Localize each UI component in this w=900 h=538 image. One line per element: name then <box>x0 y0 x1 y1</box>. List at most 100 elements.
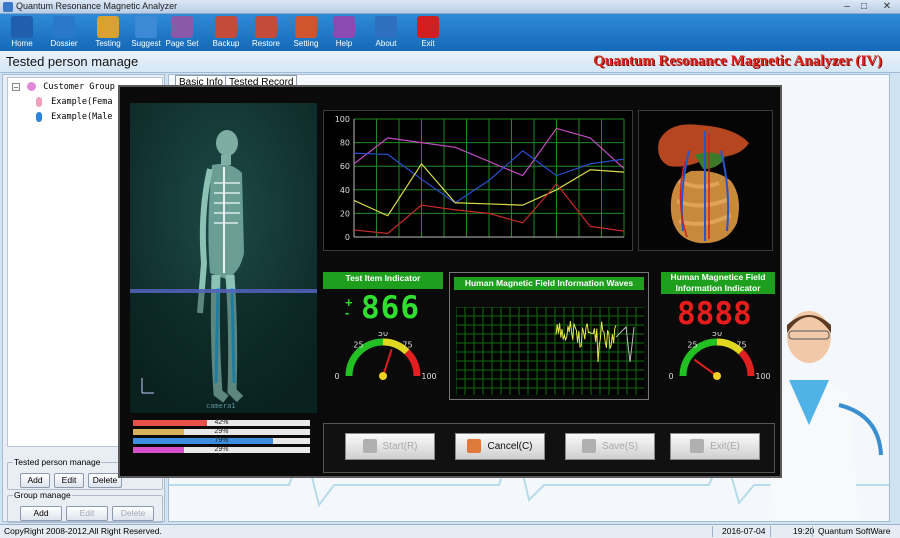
exit-button[interactable]: Exit(E) <box>670 433 760 460</box>
progress-label: 79% <box>214 437 229 444</box>
field-indicator-gauge: 0 25 50 75 100 <box>668 332 770 381</box>
gauge-tick-label: 50 <box>712 332 722 338</box>
people-icon <box>135 16 157 38</box>
exit-icon <box>690 439 704 454</box>
skeleton-model-image: camera1 <box>130 103 317 413</box>
about-icon <box>375 16 397 38</box>
exit-button-label: Exit(E) <box>710 441 740 452</box>
progress-bar: 79% <box>133 437 310 444</box>
toolbar-about-button[interactable]: About <box>364 15 408 50</box>
progress-bar: 42% <box>133 419 310 426</box>
title-bar: Quantum Resonance Magnetic Analyzer – □ … <box>0 0 900 14</box>
restore-icon <box>255 16 277 38</box>
y-tick-label: 80 <box>340 139 350 148</box>
y-tick-label: 0 <box>345 233 350 242</box>
doctor-illustration <box>769 311 883 520</box>
status-separator <box>770 526 771 537</box>
tree-item[interactable]: Example(Male <box>36 110 113 125</box>
gauge-tick-label: 100 <box>421 372 436 381</box>
group-caption: Tested person manage <box>13 457 102 467</box>
status-separator <box>812 526 813 537</box>
gauge-tick-label: 25 <box>687 341 697 350</box>
status-vendor: Quantum SoftWare <box>818 526 891 536</box>
close-window-button[interactable]: ✕ <box>880 1 894 13</box>
toolbar-dossier-button[interactable]: Dossier <box>42 15 86 50</box>
female-icon <box>36 96 42 107</box>
toolbar-page-set-button[interactable]: Page Set <box>160 15 204 50</box>
male-icon <box>36 111 42 122</box>
group-manage-group: Group manage Add Edit Delete <box>7 490 163 523</box>
toolbar-button-label: Dossier <box>50 39 78 48</box>
analysis-dialog: camera1 0 20 40 60 80 100 Test Item Indicator… <box>118 85 782 478</box>
backup-icon <box>215 16 237 38</box>
toolbar-button-label: About <box>375 39 397 48</box>
power-icon <box>417 16 439 38</box>
start-button[interactable]: Start(R) <box>345 433 435 460</box>
delete-group-button[interactable]: Delete <box>112 506 154 521</box>
page-title: Tested person manage <box>6 54 139 69</box>
y-tick-label: 20 <box>340 209 350 218</box>
gauge-arc <box>404 349 421 377</box>
line-chart-panel: 0 20 40 60 80 100 <box>323 110 633 251</box>
add-person-button[interactable]: Add <box>20 473 50 488</box>
maximize-button[interactable]: □ <box>857 1 871 13</box>
window-title: Quantum Resonance Magnetic Analyzer <box>16 1 178 11</box>
field-indicator-label: Human Magnetice Field Information Indica… <box>661 272 775 294</box>
gauge-tick-label: 50 <box>378 332 388 338</box>
group-icon <box>27 82 37 91</box>
gauge-tick-label: 25 <box>353 341 363 350</box>
help-icon <box>333 16 355 38</box>
tree-item[interactable]: Example(Fema <box>36 95 113 110</box>
toolbar-restore-button[interactable]: Restore <box>244 15 288 50</box>
copyright-text: CopyRight 2008-2012,All Right Reserved. <box>4 526 162 536</box>
toolbar-button-label: Restore <box>251 39 280 48</box>
folder-icon <box>53 16 75 38</box>
toolbar-help-button[interactable]: Help <box>322 15 366 50</box>
gauge-tick-label: 75 <box>402 341 412 350</box>
tree-item-label: Example(Male <box>51 112 113 122</box>
page-setup-icon <box>171 16 193 38</box>
gauge-tick-label: 100 <box>755 372 770 381</box>
tree-root[interactable]: – Customer Group <box>12 80 115 95</box>
start-icon <box>362 439 377 454</box>
app-icon <box>3 2 13 12</box>
gauge-needle <box>382 349 393 377</box>
y-tick-label: 100 <box>335 115 350 124</box>
toolbar-button-label: Help <box>335 39 353 48</box>
line-chart: 0 20 40 60 80 100 <box>335 115 625 242</box>
gauge-tick-label: 0 <box>668 372 673 381</box>
delete-person-button[interactable]: Delete <box>88 473 122 488</box>
status-separator <box>712 526 713 537</box>
test-item-indicator-label: Test Item Indicator <box>323 272 443 289</box>
toolbar-backup-button[interactable]: Backup <box>204 15 248 50</box>
home-icon <box>11 16 33 38</box>
toolbar-button-label: Page Set <box>165 39 199 48</box>
edit-group-button[interactable]: Edit <box>66 506 108 521</box>
test-item-indicator-panel: Test Item Indicator + - 866 0 25 50 75 100 <box>323 272 443 417</box>
camera-label: camera1 <box>206 402 236 410</box>
toolbar-exit-button[interactable]: Exit <box>406 15 450 50</box>
cancel-button-label: Cancel(C) <box>487 441 533 452</box>
organ-image-panel <box>638 110 773 251</box>
toolbar-home-button[interactable]: Home <box>0 15 44 50</box>
test-item-gauge: 0 25 50 75 100 <box>334 332 436 381</box>
add-group-button[interactable]: Add <box>20 506 62 521</box>
gauge-arc <box>738 349 755 377</box>
status-date: 2016-07-04 <box>722 526 766 536</box>
save-button[interactable]: Save(S) <box>565 433 655 460</box>
gauge-tick-label: 0 <box>334 372 339 381</box>
gauge-hub <box>713 372 721 380</box>
progress-label: 42% <box>214 419 229 426</box>
edit-person-button[interactable]: Edit <box>54 473 84 488</box>
save-button-label: Save(S) <box>601 441 639 452</box>
cancel-button[interactable]: Cancel(C) <box>455 433 545 460</box>
waves-label: Human Magnetic Field Information Waves <box>454 277 644 290</box>
hand-icon <box>97 16 119 38</box>
minimize-button[interactable]: – <box>840 1 854 13</box>
cancel-icon <box>467 439 482 454</box>
tree-root-label: Customer Group <box>43 82 115 92</box>
body-model-view: camera1 <box>130 103 317 413</box>
gauge-tick-label: 75 <box>736 341 746 350</box>
start-button-label: Start(R) <box>382 441 418 452</box>
toolbar-button-label: Home <box>11 39 33 48</box>
